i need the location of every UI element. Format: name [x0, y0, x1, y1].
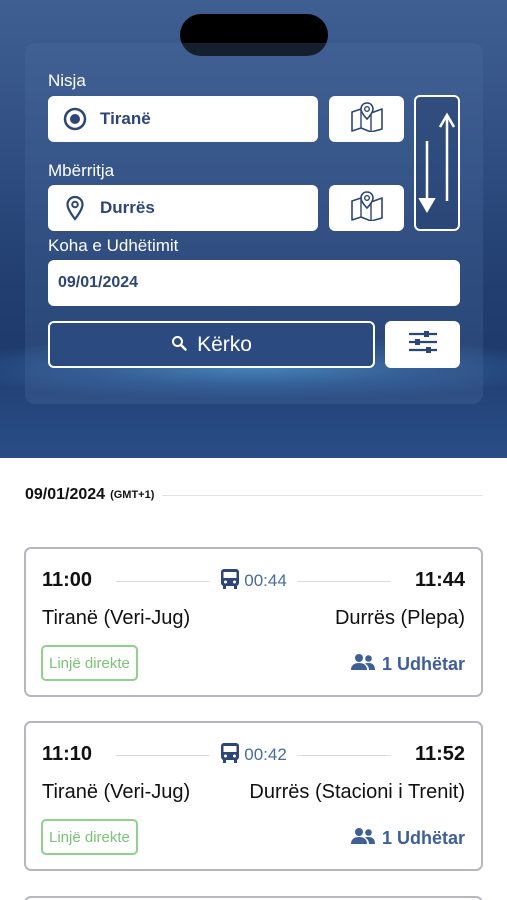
direct-line-badge: Linjë direkte	[41, 819, 138, 855]
divider	[296, 754, 392, 756]
duration-value: 00:44	[244, 571, 287, 590]
to-label: Mbërritja	[48, 161, 115, 180]
trip-duration-row: 00:42	[116, 742, 392, 769]
duration: 00:44	[220, 568, 287, 595]
people-icon	[350, 827, 376, 850]
divider	[296, 580, 392, 582]
sliders-icon	[407, 329, 439, 360]
direct-line-badge: Linjë direkte	[41, 645, 138, 681]
trip-card[interactable]: 11:10 00:42 11:52 Tiranë (Veri-Jug) Durr…	[24, 721, 483, 871]
duration: 00:42	[220, 742, 287, 769]
passengers: 1 Udhëtar	[350, 653, 465, 676]
from-value: Tiranë	[100, 109, 151, 128]
location-pin-icon	[62, 195, 88, 221]
search-button[interactable]: Kërko	[48, 321, 375, 368]
divider	[162, 494, 483, 496]
filter-button[interactable]	[385, 321, 460, 368]
results-timezone: (GMT+1)	[110, 489, 155, 501]
depart-time: 11:10	[42, 743, 93, 765]
arrive-time: 11:52	[414, 743, 465, 765]
duration-value: 00:42	[244, 745, 287, 764]
arrival-station: Durrës (Stacioni i Trenit)	[249, 781, 465, 803]
passenger-count: 1 Udhëtar	[381, 654, 465, 674]
swap-arrows-icon	[416, 112, 458, 233]
people-icon	[350, 653, 376, 676]
departure-station: Tiranë (Veri-Jug)	[42, 607, 191, 629]
to-value: Durrës	[100, 198, 155, 217]
divider	[116, 580, 211, 582]
from-field[interactable]: Tiranë	[48, 96, 318, 142]
map-icon	[350, 101, 384, 137]
bus-icon	[220, 742, 240, 769]
swap-button[interactable]	[414, 95, 460, 231]
passenger-count: 1 Udhëtar	[381, 828, 465, 848]
arrival-station: Durrës (Plepa)	[334, 607, 465, 629]
search-button-label: Kërko	[197, 332, 252, 356]
trip-card[interactable]	[24, 896, 483, 900]
trip-card[interactable]: 11:00 00:44 11:44 Tiranë (Veri-Jug) Durr…	[24, 547, 483, 697]
bus-icon	[220, 568, 240, 595]
radio-dot-icon	[62, 106, 88, 132]
from-map-button[interactable]	[329, 96, 404, 142]
departure-station: Tiranë (Veri-Jug)	[42, 781, 191, 803]
arrive-time: 11:44	[414, 569, 465, 591]
to-map-button[interactable]	[329, 185, 404, 231]
to-field[interactable]: Durrës	[48, 185, 318, 231]
passengers: 1 Udhëtar	[350, 827, 465, 850]
date-value: 09/01/2024	[58, 274, 139, 291]
divider	[116, 754, 211, 756]
from-label: Nisja	[48, 71, 86, 90]
trip-duration-row: 00:44	[116, 568, 392, 595]
time-label: Koha e Udhëtimit	[48, 236, 179, 255]
depart-time: 11:00	[42, 569, 93, 591]
results-date-header: 09/01/2024 (GMT+1)	[25, 483, 483, 507]
map-icon	[350, 190, 384, 226]
date-field[interactable]: 09/01/2024	[48, 260, 460, 306]
results-date: 09/01/2024	[25, 486, 106, 503]
search-icon	[171, 333, 187, 357]
